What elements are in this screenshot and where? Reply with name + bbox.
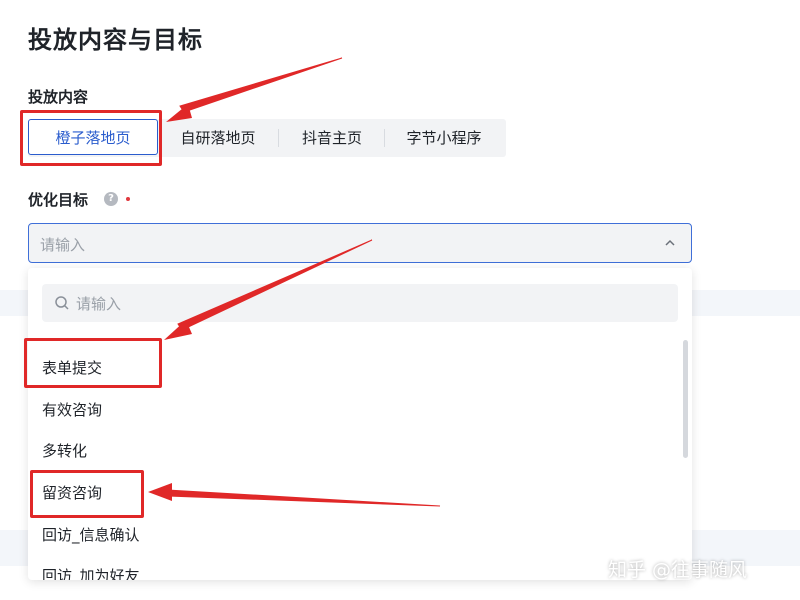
required-indicator [126,197,130,201]
segment-divider [278,129,279,147]
goal-section-label: 优化目标 [28,191,89,209]
segment-divider [384,129,385,147]
dropdown-item-multi-conversion[interactable]: 多转化 [42,440,87,461]
highlight-box [24,338,162,388]
highlight-box [20,110,162,166]
content-option-custom-landing[interactable]: 自研落地页 [164,119,272,157]
chevron-up-icon [665,239,675,246]
dropdown-search-input[interactable]: 请输入 [42,284,678,322]
content-section-label: 投放内容 [28,88,89,106]
search-placeholder: 请输入 [76,295,122,313]
arrow-icon [179,57,343,113]
question-circle-icon[interactable]: ? [104,192,118,206]
dropdown-item-valid-consult[interactable]: 有效咨询 [42,399,102,420]
page-title: 投放内容与目标 [28,26,203,54]
goal-select-placeholder: 请输入 [40,236,86,254]
goal-select[interactable]: 请输入 [28,223,692,263]
search-icon [55,296,69,310]
dropdown-scrollbar[interactable] [683,340,688,458]
content-option-bytedance-miniapp[interactable]: 字节小程序 [388,119,500,157]
content-option-douyin-home[interactable]: 抖音主页 [282,119,382,157]
dropdown-item-callback-add-friend[interactable]: 回访_加为好友 [42,565,140,580]
watermark: 知乎 @往事随风 [608,559,748,581]
dropdown-item-callback-confirm[interactable]: 回访_信息确认 [42,524,140,545]
goal-dropdown: 请输入 表单提交 有效咨询 多转化 留资咨询 回访_信息确认 回访_加为好友 [28,268,692,580]
highlight-box [30,470,144,518]
